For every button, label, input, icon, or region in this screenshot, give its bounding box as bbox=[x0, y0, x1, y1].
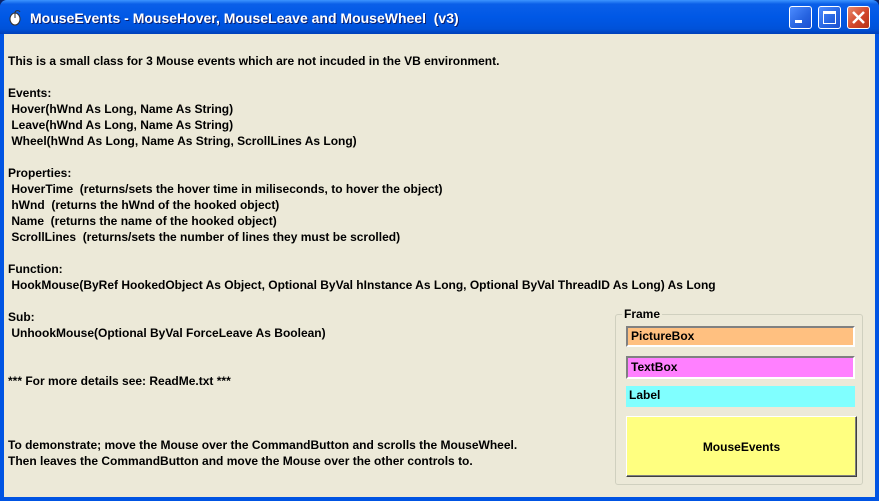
info-line: Hover(hWnd As Long, Name As String) bbox=[8, 102, 234, 116]
frame: Frame PictureBox TextBox Label MouseEven… bbox=[615, 307, 863, 485]
info-line: This is a small class for 3 Mouse events… bbox=[8, 54, 500, 68]
info-line: *** For more details see: ReadMe.txt *** bbox=[8, 374, 231, 388]
info-line: hWnd (returns the hWnd of the hooked obj… bbox=[8, 198, 280, 212]
title-bar[interactable]: MouseEvents - MouseHover, MouseLeave and… bbox=[0, 0, 879, 34]
app-icon[interactable] bbox=[7, 10, 23, 26]
info-line bbox=[8, 69, 716, 85]
info-line: Name (returns the name of the hooked obj… bbox=[8, 214, 277, 228]
info-line: HoverTime (returns/sets the hover time i… bbox=[8, 182, 443, 196]
close-icon bbox=[852, 11, 865, 24]
window-title: MouseEvents - MouseHover, MouseLeave and… bbox=[30, 10, 459, 26]
info-line bbox=[8, 245, 716, 261]
info-line: ScrollLines (returns/sets the number of … bbox=[8, 230, 401, 244]
info-line: Leave(hWnd As Long, Name As String) bbox=[8, 118, 234, 132]
minimize-button[interactable] bbox=[789, 6, 812, 29]
info-line: HookMouse(ByRef HookedObject As Object, … bbox=[8, 278, 716, 292]
maximize-button[interactable] bbox=[818, 6, 841, 29]
info-line bbox=[8, 149, 716, 165]
picturebox[interactable]: PictureBox bbox=[626, 326, 855, 347]
info-line bbox=[8, 421, 716, 437]
close-button[interactable] bbox=[847, 6, 870, 29]
app-window: MouseEvents - MouseHover, MouseLeave and… bbox=[0, 0, 879, 501]
info-line: Properties: bbox=[8, 166, 72, 180]
info-line: Events: bbox=[8, 86, 52, 100]
info-line: Wheel(hWnd As Long, Name As String, Scro… bbox=[8, 134, 357, 148]
info-line bbox=[8, 405, 716, 421]
frame-label: Frame bbox=[622, 307, 663, 321]
info-line: UnhookMouse(Optional ByVal ForceLeave As… bbox=[8, 326, 326, 340]
info-line: Function: bbox=[8, 262, 63, 276]
info-line bbox=[8, 357, 716, 373]
maximize-icon bbox=[823, 11, 836, 24]
info-line: To demonstrate; move the Mouse over the … bbox=[8, 438, 518, 452]
info-line bbox=[8, 341, 716, 357]
label-control[interactable]: Label bbox=[626, 386, 855, 407]
info-text: This is a small class for 3 Mouse events… bbox=[8, 53, 716, 469]
info-line: Then leaves the CommandButton and move t… bbox=[8, 454, 473, 468]
info-line: Sub: bbox=[8, 310, 35, 324]
textbox[interactable]: TextBox bbox=[626, 356, 855, 379]
minimize-icon bbox=[795, 20, 802, 23]
form-client-area: This is a small class for 3 Mouse events… bbox=[4, 34, 875, 497]
mouseevents-button[interactable]: MouseEvents bbox=[626, 416, 857, 477]
info-line bbox=[8, 389, 716, 405]
info-line bbox=[8, 293, 716, 309]
